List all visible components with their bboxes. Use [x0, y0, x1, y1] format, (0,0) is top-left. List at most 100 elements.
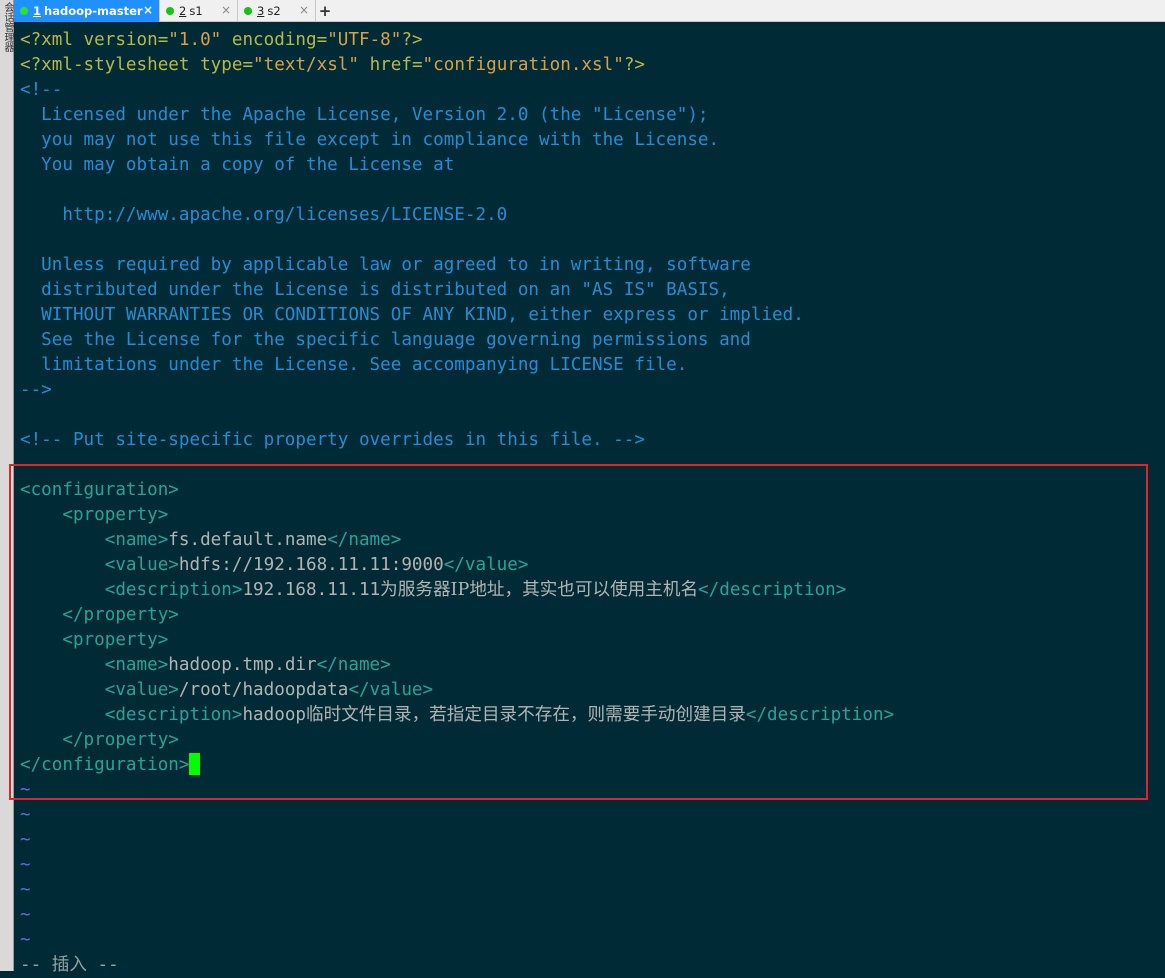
connected-status-icon	[244, 7, 252, 15]
code-line: You may obtain a copy of the License at	[20, 153, 1165, 178]
code-token: <description>	[20, 580, 243, 600]
code-line: <?xml-stylesheet type="text/xsl" href="c…	[20, 53, 1165, 78]
close-tab-icon[interactable]: ×	[221, 3, 231, 17]
connected-status-icon	[166, 7, 174, 15]
tab-hadoop-master[interactable]: 1 hadoop-master ×	[14, 0, 160, 22]
code-token: </description>	[698, 580, 847, 600]
code-token: You may obtain a copy of the License at	[20, 155, 455, 175]
code-line: ~	[20, 928, 1165, 953]
code-line: See the License for the specific languag…	[20, 328, 1165, 353]
tab-bar: 1 hadoop-master × 2 s1 × 3 s2 × +	[14, 0, 1165, 22]
code-line: <name>fs.default.name</name>	[20, 528, 1165, 553]
code-token: </property>	[20, 730, 179, 750]
code-token: "text/xsl"	[253, 55, 359, 75]
code-token: limitations under the License. See accom…	[20, 355, 688, 375]
connected-status-icon	[20, 7, 28, 15]
close-tab-icon[interactable]: ×	[143, 3, 153, 17]
code-token: </configuration>	[20, 755, 190, 775]
code-token: http://www.apache.org/licenses/LICENSE-2…	[20, 205, 508, 225]
tab-number: 2	[179, 4, 187, 18]
code-line: -- 插入 --	[20, 953, 1165, 978]
code-token: 为服务器IP地址，其实也可以使用主机名	[380, 580, 699, 600]
code-token: /root/hadoopdata	[178, 680, 349, 700]
code-token: <configuration>	[20, 480, 179, 500]
close-tab-icon[interactable]: ×	[299, 3, 309, 17]
code-line: </property>	[20, 603, 1165, 628]
empty-line-marker: ~	[20, 930, 31, 950]
code-token: <value>	[20, 680, 179, 700]
code-line: <value>/root/hadoopdata</value>	[20, 678, 1165, 703]
code-token: href=	[358, 55, 423, 75]
code-token: "1.0"	[168, 30, 222, 50]
code-token: <description>	[20, 705, 243, 725]
session-manager-label: 会话管理器	[2, 2, 13, 52]
code-token: encoding=	[221, 30, 328, 50]
code-line: Licensed under the Apache License, Versi…	[20, 103, 1165, 128]
code-token: <!-- Put site-specific property override…	[20, 430, 645, 450]
code-token: hdfs://192.168.11.11:9000	[178, 555, 444, 575]
code-line: <description>192.168.11.11为服务器IP地址，其实也可以…	[20, 578, 1165, 603]
code-token: <property>	[20, 505, 169, 525]
code-token: 临时文件目录，若指定目录不存在，则需要手动创建目录	[306, 705, 746, 725]
code-token: <value>	[20, 555, 179, 575]
code-line: ~	[20, 778, 1165, 803]
terminal-editor[interactable]: <?xml version="1.0" encoding="UTF-8"?> <?…	[20, 28, 1165, 978]
session-manager-strip[interactable]: 会话管理器	[0, 0, 14, 971]
code-line: ~	[20, 828, 1165, 853]
tab-number: 3	[257, 4, 265, 18]
code-line: <property>	[20, 628, 1165, 653]
code-line: <property>	[20, 503, 1165, 528]
code-line: <configuration>	[20, 478, 1165, 503]
code-token: <property>	[20, 630, 169, 650]
code-line: ~	[20, 803, 1165, 828]
new-tab-button[interactable]: +	[316, 0, 334, 22]
tab-s1[interactable]: 2 s1 ×	[160, 0, 238, 22]
code-token: you may not use this file except in comp…	[20, 130, 720, 150]
code-line: http://www.apache.org/licenses/LICENSE-2…	[20, 203, 1165, 228]
code-token: See the License for the specific languag…	[20, 330, 751, 350]
code-line: <!--	[20, 78, 1165, 103]
empty-line-marker: ~	[20, 905, 31, 925]
empty-line-marker: ~	[20, 805, 31, 825]
code-token: ?>	[401, 30, 423, 50]
code-token: <?xml version=	[20, 30, 169, 50]
code-token: fs.default.name	[168, 530, 328, 550]
empty-line-marker: ~	[20, 855, 31, 875]
text-cursor	[189, 752, 201, 775]
code-line: ~	[20, 878, 1165, 903]
empty-line-marker: ~	[20, 880, 31, 900]
code-line: <value>hdfs://192.168.11.11:9000</value>	[20, 553, 1165, 578]
tab-number: 1	[33, 4, 42, 18]
code-line: WITHOUT WARRANTIES OR CONDITIONS OF ANY …	[20, 303, 1165, 328]
code-line: limitations under the License. See accom…	[20, 353, 1165, 378]
tab-title: s1	[189, 4, 203, 18]
code-line: <description>hadoop临时文件目录，若指定目录不存在，则需要手动…	[20, 703, 1165, 728]
empty-line-marker: ~	[20, 780, 31, 800]
code-token: hadoop.tmp.dir	[168, 655, 317, 675]
code-token: 192.168.11.11	[242, 580, 381, 600]
code-token: hadoop	[242, 705, 307, 725]
code-token: </value>	[443, 555, 529, 575]
code-line: <?xml version="1.0" encoding="UTF-8"?>	[20, 28, 1165, 53]
tab-s2[interactable]: 3 s2 ×	[238, 0, 316, 22]
code-token: Licensed under the Apache License, Versi…	[20, 105, 709, 125]
code-token: </name>	[327, 530, 402, 550]
code-token: Unless required by applicable law or agr…	[20, 255, 751, 275]
tab-title: s2	[267, 4, 281, 18]
code-line: ~	[20, 903, 1165, 928]
code-line: distributed under the License is distrib…	[20, 278, 1165, 303]
code-token: ?>	[623, 55, 645, 75]
tab-title: hadoop-master	[44, 4, 143, 18]
code-line: <name>hadoop.tmp.dir</name>	[20, 653, 1165, 678]
code-token: </property>	[20, 605, 179, 625]
code-line: </property>	[20, 728, 1165, 753]
code-token: </description>	[745, 705, 895, 725]
code-token: <name>	[20, 655, 169, 675]
empty-line-marker: ~	[20, 830, 31, 850]
code-line: you may not use this file except in comp…	[20, 128, 1165, 153]
code-line: <!-- Put site-specific property override…	[20, 428, 1165, 453]
code-line: ~	[20, 853, 1165, 878]
